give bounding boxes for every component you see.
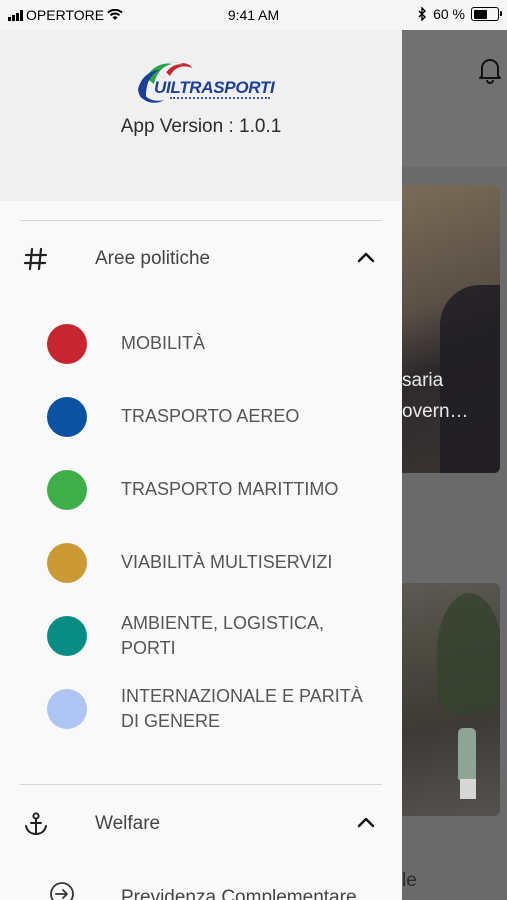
background-header <box>402 30 507 167</box>
color-dot <box>47 324 87 364</box>
divider <box>20 220 382 221</box>
menu-item-label: TRASPORTO AEREO <box>121 406 300 426</box>
navigation-drawer: UILTRASPORTI App Version : 1.0.1 Aree po… <box>0 30 402 900</box>
news-card-title-line: saria <box>402 370 444 391</box>
anchor-icon <box>25 812 47 836</box>
color-dot <box>47 470 87 510</box>
news-card-title: le <box>402 870 417 891</box>
status-bar: OPERTORE 9:41 AM 60 % <box>0 0 507 30</box>
news-card-title-line: overn… <box>402 401 469 422</box>
menu-item-label: AMBIENTE, LOGISTICA, PORTI <box>121 613 325 658</box>
news-card[interactable] <box>402 583 500 816</box>
hash-icon <box>23 247 48 271</box>
menu-item-trasporto-aereo[interactable]: TRASPORTO AEREO <box>0 397 402 437</box>
section-label: Welfare <box>95 813 161 834</box>
news-card[interactable]: saria overn… <box>402 185 500 473</box>
section-welfare[interactable]: Welfare <box>0 804 402 844</box>
menu-item-ambiente-logistica-porti[interactable]: AMBIENTE, LOGISTICA, PORTI <box>0 613 402 666</box>
menu-item-internazionale-parita-genere[interactable]: INTERNAZIONALE E PARITÀ DI GENERE <box>0 686 402 739</box>
divider <box>20 784 382 785</box>
chevron-up-icon[interactable] <box>357 816 375 828</box>
logo-tagline <box>170 97 270 102</box>
bluetooth-icon <box>418 7 427 21</box>
background-content[interactable]: saria overn… le <box>402 30 507 900</box>
uiltrasporti-logo: UILTRASPORTI <box>134 56 275 108</box>
color-dot <box>47 543 87 583</box>
section-label: Aree politiche <box>95 248 211 269</box>
section-aree-politiche[interactable]: Aree politiche <box>0 239 402 279</box>
app-version: App Version : 1.0.1 <box>120 116 282 137</box>
cup-shape <box>460 779 476 799</box>
arrow-right-circle-icon <box>50 882 74 900</box>
menu-item-viabilita-multiservizi[interactable]: VIABILITÀ MULTISERVIZI <box>0 543 402 583</box>
battery-percent: 60 % <box>433 6 465 22</box>
color-dot <box>47 616 87 656</box>
logo-text: UILTRASPORTI <box>154 78 275 97</box>
menu-item-label: TRASPORTO MARITTIMO <box>121 479 339 499</box>
menu-item-label: INTERNAZIONALE E PARITÀ DI GENERE <box>121 686 363 731</box>
drawer-header: UILTRASPORTI App Version : 1.0.1 <box>0 30 402 201</box>
menu-item-trasporto-marittimo[interactable]: TRASPORTO MARITTIMO <box>0 470 402 510</box>
menu-item-label: Previdenza Complementare <box>121 887 357 900</box>
menu-item-previdenza-complementare[interactable]: Previdenza Complementare <box>0 880 402 900</box>
menu-item-label: VIABILITÀ MULTISERVIZI <box>121 552 333 572</box>
menu-item-label: MOBILITÀ <box>121 333 206 353</box>
bottle-shape <box>458 728 476 780</box>
chevron-up-icon[interactable] <box>357 251 375 263</box>
color-dot <box>47 397 87 437</box>
menu-item-mobilita[interactable]: MOBILITÀ <box>0 324 402 364</box>
bell-icon[interactable] <box>478 56 502 84</box>
battery-icon <box>471 7 502 21</box>
news-card-title: saria overn… <box>402 365 469 427</box>
news-card-photo <box>437 593 500 713</box>
color-dot <box>47 689 87 729</box>
